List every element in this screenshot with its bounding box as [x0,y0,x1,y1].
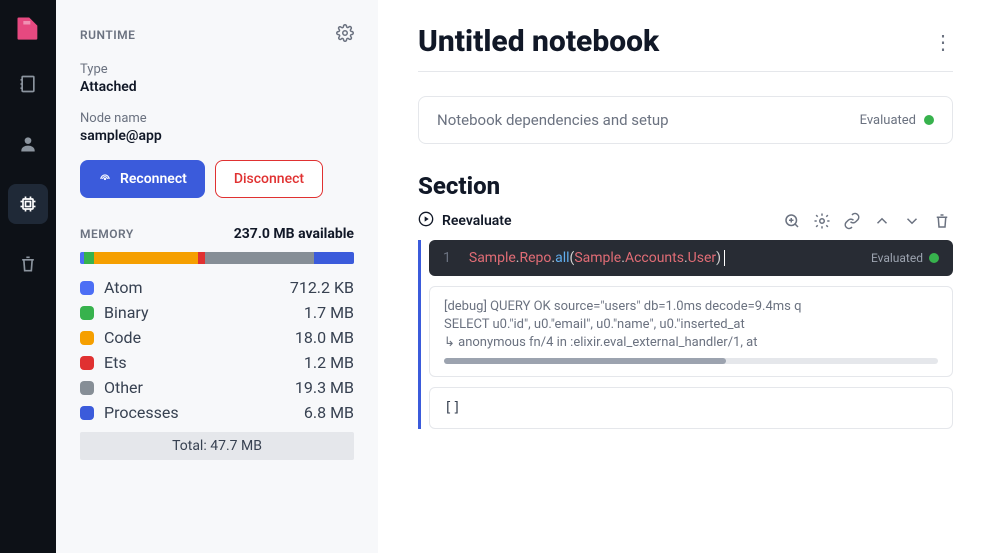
status-dot-icon [924,115,934,125]
memory-row: Processes 6.8 MB [80,403,354,422]
node-value: sample@app [80,128,354,144]
broadcast-icon [98,172,112,186]
memory-name: Ets [104,353,294,372]
swatch-icon [80,306,94,320]
cell-wrapper: 1 Sample.Repo.all(Sample.Accounts.User) … [418,240,953,429]
swatch-icon [80,356,94,370]
node-label: Node name [80,111,354,126]
chevron-up-icon[interactable] [871,210,893,232]
memory-value: 1.2 MB [304,353,354,372]
deps-card[interactable]: Notebook dependencies and setup Evaluate… [418,96,953,144]
cell-toolbar: Reevaluate [418,210,953,232]
left-navbar [0,0,56,553]
memory-name: Code [104,328,285,347]
memory-heading: MEMORY [80,227,134,241]
memory-name: Processes [104,403,294,422]
runtime-panel: RUNTIME Type Attached Node name sample@a… [56,0,378,553]
memory-name: Atom [104,278,280,297]
play-icon[interactable] [418,211,434,231]
memory-total: Total: 47.7 MB [80,432,354,460]
memory-value: 1.7 MB [304,303,354,322]
status-dot-icon [929,253,939,263]
output-line: ↳ anonymous fn/4 in :elixir.eval_externa… [444,335,938,350]
type-value: Attached [80,79,354,95]
memory-name: Other [104,378,285,397]
app-logo[interactable] [12,12,44,44]
output-cell: [debug] QUERY OK source="users" db=1.0ms… [429,286,953,377]
swatch-icon [80,281,94,295]
memory-list: Atom 712.2 KB Binary 1.7 MB Code 18.0 MBEts 1.… [80,278,354,422]
memory-available: 237.0 MB available [234,226,354,242]
section-title[interactable]: Section [418,172,953,200]
swatch-icon [80,331,94,345]
memory-bar [80,252,354,264]
memory-row: Ets 1.2 MB [80,353,354,372]
reconnect-button[interactable]: Reconnect [80,160,205,198]
memory-row: Code 18.0 MB [80,328,354,347]
divider [418,71,953,72]
output-line: SELECT u0."id", u0."email", u0."name", u… [444,317,938,332]
code-cell[interactable]: 1 Sample.Repo.all(Sample.Accounts.User) … [429,240,953,276]
memory-row: Other 19.3 MB [80,378,354,397]
line-number: 1 [443,250,451,266]
scrollbar[interactable] [444,358,938,364]
type-label: Type [80,62,354,77]
memory-row: Binary 1.7 MB [80,303,354,322]
runtime-heading: RUNTIME [80,28,135,42]
memory-value: 19.3 MB [295,378,354,397]
delete-icon[interactable] [931,210,953,232]
notebook-main: Untitled notebook ⋮ Notebook dependencie… [378,0,993,553]
notebook-icon[interactable] [8,64,48,104]
result-cell: [] [429,387,953,429]
reevaluate-label[interactable]: Reevaluate [442,213,773,229]
gear-icon[interactable] [336,24,354,46]
users-icon[interactable] [8,124,48,164]
memory-value: 712.2 KB [290,278,354,297]
memory-value: 18.0 MB [295,328,354,347]
notebook-title[interactable]: Untitled notebook [418,24,659,59]
disconnect-button[interactable]: Disconnect [215,160,323,198]
memory-row: Atom 712.2 KB [80,278,354,297]
runtime-chip-icon[interactable] [8,184,48,224]
trash-icon[interactable] [8,244,48,284]
zoom-in-icon[interactable] [781,210,803,232]
settings-icon[interactable] [811,210,833,232]
link-icon[interactable] [841,210,863,232]
memory-name: Binary [104,303,294,322]
more-vertical-icon[interactable]: ⋮ [933,30,953,54]
chevron-down-icon[interactable] [901,210,923,232]
swatch-icon [80,381,94,395]
deps-label: Notebook dependencies and setup [437,111,669,129]
memory-value: 6.8 MB [304,403,354,422]
deps-status: Evaluated [860,113,934,128]
cell-status: Evaluated [871,251,939,265]
code-content[interactable]: Sample.Repo.all(Sample.Accounts.User) [469,250,857,266]
output-line: [debug] QUERY OK source="users" db=1.0ms… [444,299,938,314]
swatch-icon [80,406,94,420]
